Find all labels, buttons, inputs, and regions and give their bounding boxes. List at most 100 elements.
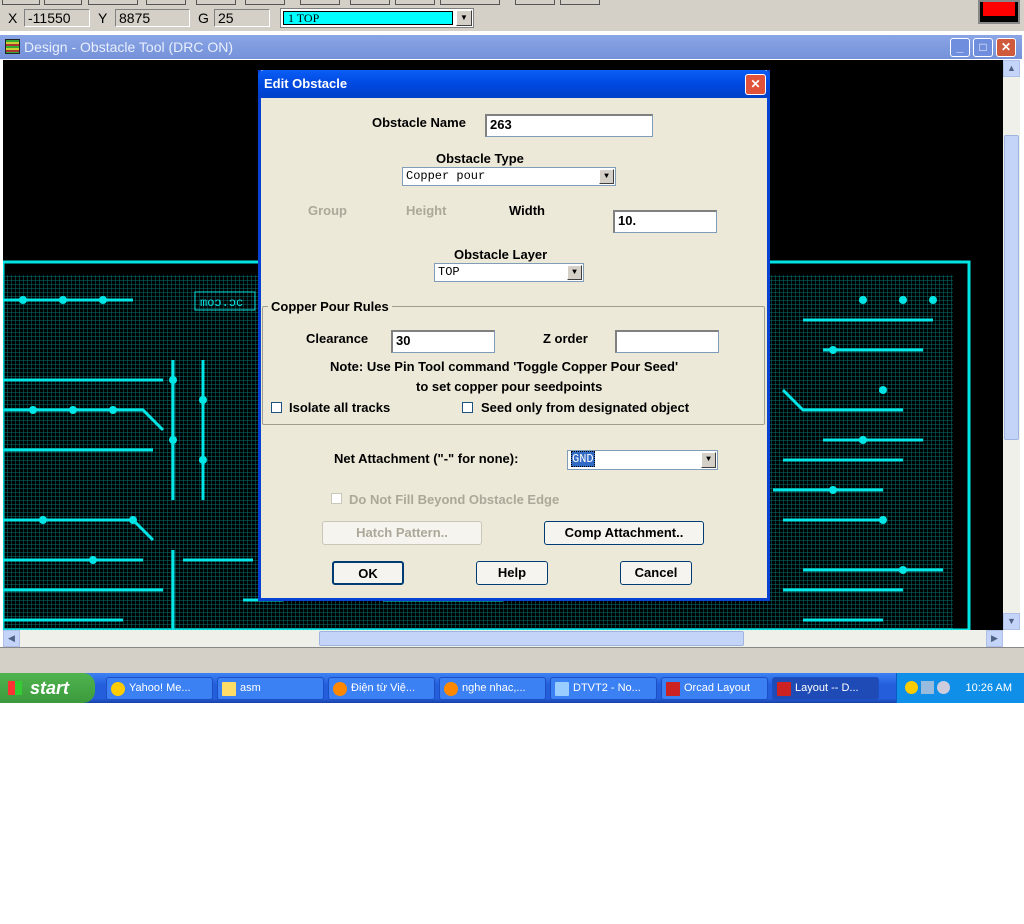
obstacle-type-select[interactable]: Copper pour ▼ bbox=[402, 167, 616, 186]
toolbar-button[interactable] bbox=[44, 0, 82, 5]
net-attachment-select[interactable]: GND ▼ bbox=[567, 450, 718, 470]
folder-icon bbox=[222, 682, 236, 696]
obstacle-layer-value: TOP bbox=[438, 265, 460, 279]
y-coordinate: 8875 bbox=[115, 9, 190, 27]
chevron-down-icon[interactable]: ▼ bbox=[456, 10, 472, 26]
clearance-label: Clearance bbox=[306, 331, 369, 346]
taskbar-item[interactable]: asm bbox=[217, 677, 324, 700]
window-title: Design - Obstacle Tool (DRC ON) bbox=[24, 39, 234, 55]
layer-select[interactable]: 1 TOP ▼ bbox=[280, 8, 474, 28]
taskbar-item-label: Yahoo! Me... bbox=[129, 682, 191, 694]
dialog-title-bar: Edit Obstacle bbox=[258, 70, 770, 98]
y-label: Y bbox=[98, 10, 108, 26]
dialog-close-button[interactable]: ✕ bbox=[745, 74, 766, 95]
cancel-button[interactable]: Cancel bbox=[620, 561, 692, 585]
orcad-icon bbox=[666, 682, 680, 696]
scroll-down-button[interactable]: ▼ bbox=[1003, 613, 1020, 630]
x-coordinate: -11550 bbox=[24, 9, 90, 27]
toolbar-button[interactable] bbox=[2, 0, 40, 5]
comp-attachment-button[interactable]: Comp Attachment.. bbox=[544, 521, 704, 545]
chevron-down-icon[interactable]: ▼ bbox=[701, 452, 716, 468]
obstacle-name-label: Obstacle Name bbox=[372, 115, 466, 130]
toolbar-button[interactable] bbox=[350, 0, 390, 5]
taskbar-item[interactable]: Orcad Layout bbox=[661, 677, 768, 700]
toolbar-button[interactable] bbox=[146, 0, 186, 5]
horizontal-scroll-thumb[interactable] bbox=[319, 631, 744, 646]
copper-pour-rules-legend: Copper Pour Rules bbox=[268, 299, 392, 314]
toolbar-button[interactable] bbox=[300, 0, 340, 5]
horizontal-scrollbar[interactable]: ◀ ▶ bbox=[3, 630, 1003, 647]
taskbar-item-active[interactable]: Layout -- D... bbox=[772, 677, 879, 700]
width-label: Width bbox=[509, 203, 545, 218]
toolbar-button[interactable] bbox=[515, 0, 555, 5]
close-button[interactable]: ✕ bbox=[996, 38, 1016, 57]
chevron-down-icon[interactable]: ▼ bbox=[599, 169, 614, 184]
vertical-scrollbar[interactable]: ▲ ▼ bbox=[1003, 60, 1020, 630]
status-area bbox=[0, 647, 1024, 673]
taskbar-item[interactable]: DTVT2 - No... bbox=[550, 677, 657, 700]
obstacle-name-input[interactable]: 263 bbox=[485, 114, 653, 137]
start-label: start bbox=[30, 678, 70, 698]
clearance-input[interactable]: 30 bbox=[391, 330, 495, 353]
silk-text: moɔ.ɔc bbox=[200, 296, 243, 310]
taskbar-item-label: DTVT2 - No... bbox=[573, 682, 641, 694]
maximize-button[interactable]: □ bbox=[973, 38, 993, 57]
network-icon[interactable] bbox=[921, 681, 934, 694]
volume-icon[interactable] bbox=[937, 681, 950, 694]
firefox-icon bbox=[444, 682, 458, 696]
layer-select-value: 1 TOP bbox=[283, 11, 453, 25]
yahoo-tray-icon[interactable] bbox=[905, 681, 918, 694]
hatch-pattern-button[interactable]: Hatch Pattern.. bbox=[322, 521, 482, 545]
scroll-up-button[interactable]: ▲ bbox=[1003, 60, 1020, 77]
app-icon bbox=[5, 39, 20, 54]
z-order-input[interactable] bbox=[615, 330, 719, 353]
scroll-left-button[interactable]: ◀ bbox=[3, 630, 20, 647]
no-fill-beyond-edge-checkbox[interactable] bbox=[331, 493, 342, 504]
taskbar-item-label: asm bbox=[240, 682, 261, 694]
toolbar-button[interactable] bbox=[440, 0, 500, 5]
toolbar-button[interactable] bbox=[395, 0, 435, 5]
system-tray: 10:26 AM bbox=[896, 673, 1024, 703]
minimize-button[interactable]: _ bbox=[950, 38, 970, 57]
window-title-bar: Design - Obstacle Tool (DRC ON) bbox=[0, 35, 1022, 59]
toolbar-button[interactable] bbox=[245, 0, 285, 5]
clock: 10:26 AM bbox=[965, 682, 1012, 694]
obstacle-type-value: Copper pour bbox=[406, 169, 486, 183]
width-input[interactable]: 10. bbox=[613, 210, 717, 233]
no-fill-beyond-edge-label: Do Not Fill Beyond Obstacle Edge bbox=[349, 492, 560, 507]
toolbar-button[interactable] bbox=[88, 0, 138, 5]
toolbar-button[interactable] bbox=[196, 0, 236, 5]
start-button[interactable]: start bbox=[0, 673, 95, 703]
taskbar-item[interactable]: nghe nhac,... bbox=[439, 677, 546, 700]
height-label: Height bbox=[406, 203, 447, 218]
seed-only-label: Seed only from designated object bbox=[481, 400, 690, 415]
taskbar-item[interactable]: Yahoo! Me... bbox=[106, 677, 213, 700]
scroll-right-button[interactable]: ▶ bbox=[986, 630, 1003, 647]
help-button[interactable]: Help bbox=[476, 561, 548, 585]
obstacle-layer-select[interactable]: TOP ▼ bbox=[434, 263, 584, 282]
orcad-icon bbox=[777, 682, 791, 696]
yahoo-messenger-icon bbox=[111, 682, 125, 696]
firefox-icon bbox=[333, 682, 347, 696]
seed-note-line1: Note: Use Pin Tool command 'Toggle Coppe… bbox=[330, 359, 679, 374]
chevron-down-icon[interactable]: ▼ bbox=[567, 265, 582, 280]
taskbar-item-label: Orcad Layout bbox=[684, 682, 751, 694]
grid-value: 25 bbox=[214, 9, 270, 27]
isolate-all-tracks-label: Isolate all tracks bbox=[289, 400, 391, 415]
taskbar-item[interactable]: Điện từ Việ... bbox=[328, 677, 435, 700]
seed-only-checkbox[interactable] bbox=[462, 402, 473, 413]
notepad-icon bbox=[555, 682, 569, 696]
x-label: X bbox=[8, 10, 18, 26]
vertical-scroll-thumb[interactable] bbox=[1004, 135, 1019, 440]
color-indicator bbox=[978, 0, 1020, 24]
toolbar-button[interactable] bbox=[560, 0, 600, 5]
ok-button[interactable]: OK bbox=[332, 561, 404, 585]
taskbar-item-label: nghe nhac,... bbox=[462, 682, 526, 694]
obstacle-type-label: Obstacle Type bbox=[436, 151, 524, 166]
obstacle-layer-label: Obstacle Layer bbox=[454, 247, 548, 262]
isolate-all-tracks-checkbox[interactable] bbox=[271, 402, 282, 413]
toolbar: X -11550 Y 8875 G 25 1 TOP ▼ bbox=[0, 0, 1024, 31]
net-attachment-label: Net Attachment ("-" for none): bbox=[334, 451, 519, 466]
taskbar-item-label: Điện từ Việ... bbox=[351, 682, 416, 694]
seed-note-line2: to set copper pour seedpoints bbox=[416, 379, 603, 394]
